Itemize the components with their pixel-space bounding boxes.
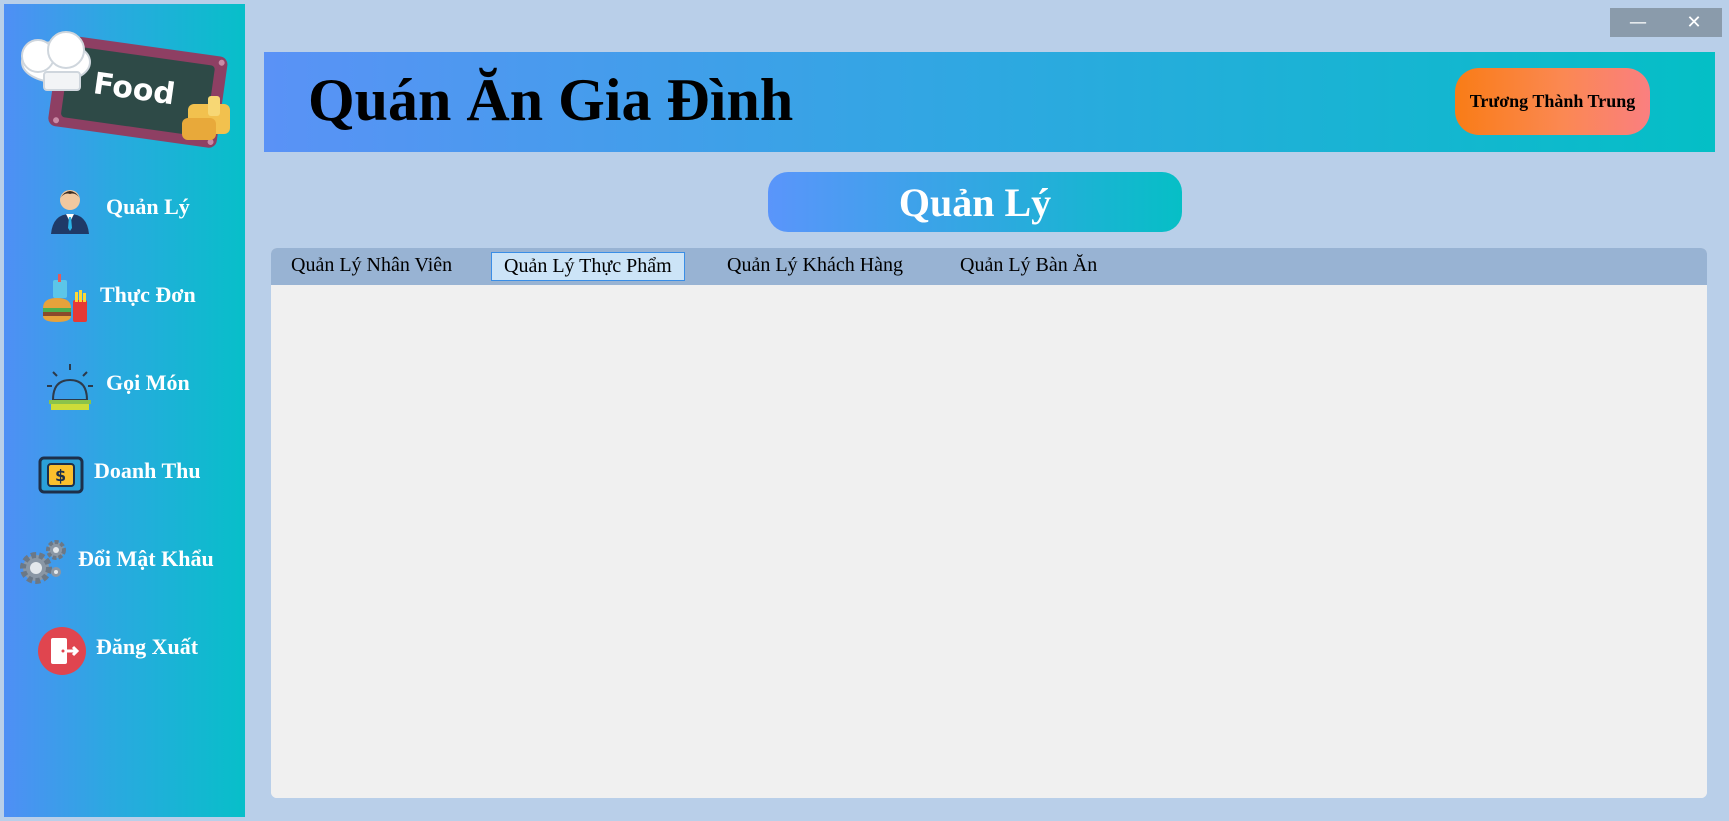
user-name-badge[interactable]: Trương Thành Trung	[1455, 68, 1650, 135]
sidebar-item-dang-xuat[interactable]: Đăng Xuất	[4, 620, 245, 680]
close-button[interactable]: ✕	[1666, 8, 1722, 37]
tab-quan-ly-thuc-pham[interactable]: Quản Lý Thực Phẩm	[491, 252, 685, 281]
tab-quan-ly-nhan-vien[interactable]: Quản Lý Nhân Viên	[279, 252, 464, 281]
food-menu-icon	[39, 274, 89, 324]
tab-panel: Quản Lý Nhân Viên Quản Lý Thực Phẩm Quản…	[271, 248, 1707, 798]
tab-content-area	[271, 285, 1707, 798]
sidebar-item-label: Gọi Món	[106, 370, 190, 395]
tab-quan-ly-ban-an[interactable]: Quản Lý Bàn Ăn	[948, 252, 1109, 281]
sidebar: Food Quản Lý Thực Đơn Gọi Món $ Doanh Th…	[4, 4, 245, 817]
app-title: Quán Ăn Gia Đình	[308, 67, 794, 133]
logout-icon	[37, 626, 87, 676]
section-title: Quản Lý	[768, 172, 1182, 232]
manager-icon	[45, 186, 95, 236]
sidebar-item-label: Đăng Xuất	[96, 634, 199, 659]
sidebar-item-doanh-thu[interactable]: $ Doanh Thu	[4, 444, 245, 504]
tab-quan-ly-khach-hang[interactable]: Quản Lý Khách Hàng	[715, 252, 915, 281]
sidebar-item-label: Quản Lý	[106, 194, 190, 219]
gears-icon	[18, 538, 68, 588]
sidebar-item-label: Đổi Mật Khẩu	[78, 546, 214, 571]
food-logo: Food	[12, 28, 248, 156]
header-banner: Quán Ăn Gia Đình Trương Thành Trung	[264, 52, 1715, 152]
money-icon: $	[36, 450, 86, 500]
tab-strip: Quản Lý Nhân Viên Quản Lý Thực Phẩm Quản…	[271, 248, 1707, 285]
svg-text:$: $	[55, 466, 66, 485]
sidebar-item-quan-ly[interactable]: Quản Lý	[4, 180, 245, 240]
sidebar-item-doi-mat-khau[interactable]: Đổi Mật Khẩu	[4, 532, 245, 592]
app-window: Food Quản Lý Thực Đơn Gọi Món $ Doanh Th…	[0, 0, 1729, 821]
sidebar-item-label: Doanh Thu	[94, 458, 201, 483]
window-controls: — ✕	[1610, 8, 1722, 37]
sidebar-item-label: Thực Đơn	[100, 282, 196, 307]
minimize-button[interactable]: —	[1610, 8, 1666, 37]
sidebar-item-goi-mon[interactable]: Gọi Món	[4, 356, 245, 416]
sidebar-item-thuc-don[interactable]: Thực Đơn	[4, 268, 245, 328]
service-bell-icon	[45, 362, 95, 412]
